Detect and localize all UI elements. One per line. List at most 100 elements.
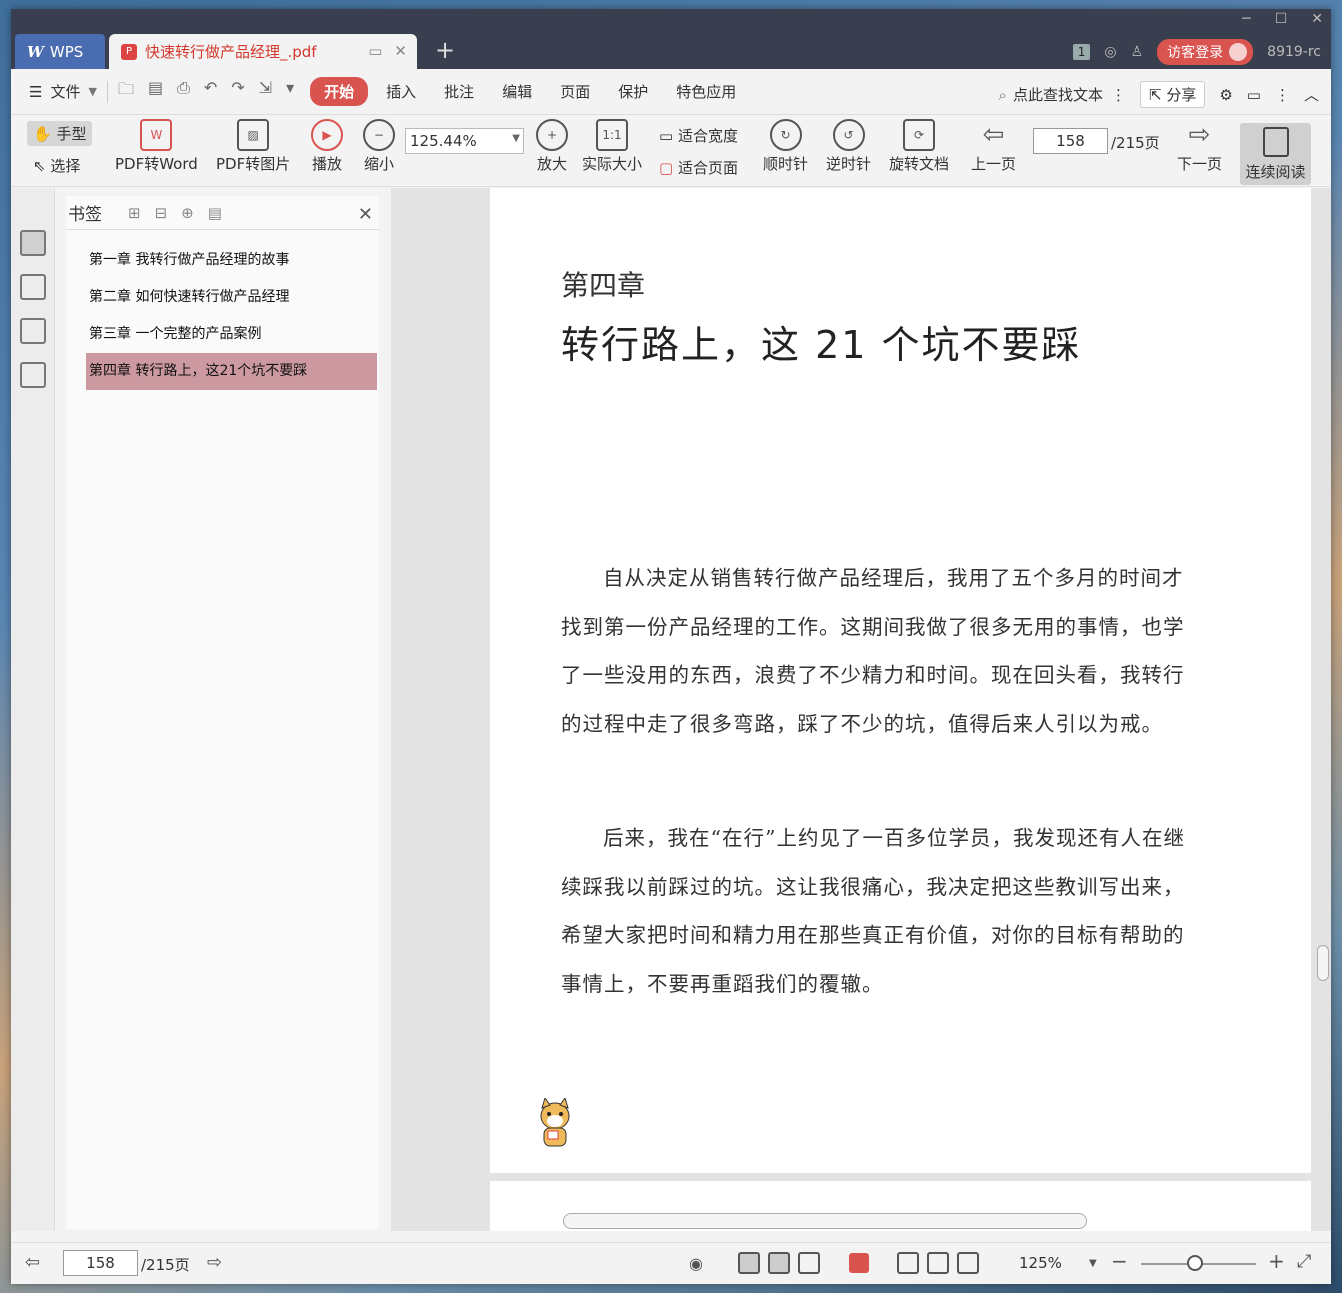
vertical-scroll-thumb[interactable] — [1317, 945, 1329, 981]
fit-width-button[interactable]: ▭ 适合宽度 — [659, 125, 738, 146]
prev-page-button[interactable]: ⇦ 上一页 — [971, 119, 1016, 174]
new-tab-button[interactable]: + — [435, 36, 455, 64]
rotate-doc-icon: ⟳ — [903, 119, 935, 151]
select-tool-button[interactable]: ⇖ 选择 — [33, 155, 80, 176]
zoom-select[interactable]: 125.44% ▼ — [405, 128, 524, 154]
actual-size-icon[interactable] — [897, 1252, 919, 1274]
fit-page-button[interactable]: ▢ 适合页面 — [659, 157, 738, 178]
tab-wps-home[interactable]: W WPS — [15, 34, 105, 69]
annotation-icon[interactable] — [20, 318, 46, 344]
rotate-cw-button[interactable]: ↻ 顺时针 — [763, 119, 808, 174]
rotate-cw-icon: ↻ — [769, 119, 802, 151]
single-page-continuous-icon[interactable] — [738, 1252, 760, 1274]
tab-document[interactable]: P 快速转行做产品经理_.pdf ▭ ✕ — [109, 34, 417, 69]
expand-all-icon[interactable]: ⊞ — [128, 204, 141, 222]
hand-icon: ✋ — [33, 125, 52, 143]
hamburger-icon: ☰ — [29, 82, 43, 101]
actual-size-label: 实际大小 — [582, 155, 643, 173]
fit-width-icon[interactable] — [957, 1252, 979, 1274]
play-icon[interactable] — [849, 1253, 869, 1273]
pdf-to-word-button[interactable]: W PDF转Word — [115, 119, 198, 174]
bookmark-item[interactable]: 第二章 如何快速转行做产品经理 — [86, 279, 377, 316]
chevron-down-icon[interactable]: ▼ — [1089, 1258, 1097, 1269]
page-number-input[interactable]: 158 — [1033, 128, 1108, 154]
bookmark-item[interactable]: 第一章 我转行做产品经理的故事 — [86, 242, 377, 279]
pdf-to-word-label: PDF转Word — [115, 155, 198, 173]
tab-close-icon[interactable]: ✕ — [394, 42, 407, 60]
play-button[interactable]: ▶ 播放 — [311, 119, 343, 174]
zoom-in-icon[interactable]: + — [1268, 1249, 1285, 1273]
collapse-all-icon[interactable]: ⊟ — [155, 204, 168, 222]
zoom-out-icon[interactable]: − — [1111, 1249, 1128, 1273]
vertical-scrollbar[interactable] — [1317, 200, 1329, 1220]
comment-icon[interactable]: ▭ — [1247, 86, 1261, 104]
horizontal-scrollbar[interactable] — [399, 1213, 1319, 1229]
eye-icon[interactable]: ◉ — [689, 1254, 703, 1273]
tab-start[interactable]: 开始 — [310, 77, 369, 106]
fullscreen-icon[interactable]: ⤢ — [1297, 1251, 1311, 1272]
fit-page-icon[interactable] — [927, 1252, 949, 1274]
more-icon[interactable]: ⋮ — [1275, 86, 1290, 104]
kebab-icon[interactable]: ⋮ — [1111, 86, 1126, 104]
zoom-out-button[interactable]: − 缩小 — [363, 119, 395, 174]
window-count-badge[interactable]: 1 — [1072, 44, 1091, 60]
rotate-doc-button[interactable]: ⟳ 旋转文档 — [889, 119, 949, 174]
collapse-ribbon-icon[interactable]: ︿ — [1304, 84, 1319, 105]
tab-annotate[interactable]: 批注 — [430, 77, 488, 106]
next-page-icon[interactable]: ⇨ — [207, 1252, 222, 1273]
maximize-icon[interactable]: ☐ — [1275, 11, 1288, 27]
shirt-icon[interactable]: ♙ — [1131, 44, 1144, 60]
export-icon[interactable]: ⇲ — [259, 78, 272, 105]
next-page-button[interactable]: ⇨ 下一页 — [1177, 119, 1222, 174]
tab-protect[interactable]: 保护 — [604, 77, 662, 106]
arrow-left-icon: ⇦ — [982, 120, 1005, 150]
search-text-button[interactable]: 点此查找文本 — [1013, 84, 1103, 105]
close-icon[interactable]: ✕ — [358, 204, 373, 225]
undo-icon[interactable]: ↶ — [204, 78, 217, 105]
gear-icon[interactable]: ⚙ — [1219, 86, 1232, 104]
two-page-icon[interactable] — [798, 1252, 820, 1274]
zoom-in-button[interactable]: + 放大 — [536, 119, 568, 174]
thumbnail-icon[interactable] — [20, 274, 46, 300]
bookmark-item[interactable]: 第三章 一个完整的产品案例 — [86, 316, 377, 353]
status-page-input[interactable]: 158 — [63, 1250, 138, 1276]
tab-edit[interactable]: 编辑 — [488, 77, 546, 106]
tab-features[interactable]: 特色应用 — [662, 77, 750, 106]
prev-page-icon[interactable]: ⇦ — [25, 1252, 40, 1273]
skin-icon[interactable]: ◎ — [1104, 44, 1116, 60]
bookmark-list-icon[interactable] — [20, 230, 46, 256]
more-quick-icon[interactable]: ▾ — [286, 78, 294, 105]
close-icon[interactable]: ✕ — [1311, 11, 1323, 27]
tab-page[interactable]: 页面 — [546, 77, 604, 106]
add-bookmark-icon[interactable]: ⊕ — [181, 204, 194, 222]
hand-tool-button[interactable]: ✋ 手型 — [27, 121, 93, 146]
tab-insert[interactable]: 插入 — [372, 77, 430, 106]
file-menu[interactable]: ☰ 文件 ▼ — [29, 81, 97, 102]
zoom-slider-knob[interactable] — [1187, 1255, 1203, 1271]
status-zoom[interactable]: 125% — [1019, 1254, 1062, 1272]
login-button[interactable]: 访客登录 — [1157, 39, 1254, 65]
login-label: 访客登录 — [1167, 45, 1224, 61]
print-icon[interactable]: ⎙ — [177, 78, 190, 105]
rotate-ccw-button[interactable]: ↺ 逆时针 — [826, 119, 871, 174]
save-icon[interactable]: ▤ — [148, 78, 163, 105]
horizontal-scroll-thumb[interactable] — [563, 1213, 1087, 1229]
document-view[interactable]: 第四章 转行路上，这 21 个坑不要踩 自从决定从销售转行做产品经理后，我用了五… — [391, 188, 1331, 1231]
share-button[interactable]: ⇱ 分享 — [1139, 81, 1206, 108]
actual-size-button[interactable]: 1:1 实际大小 — [582, 119, 642, 174]
bookmark-header: 书签 ⊞ ⊟ ⊕ ▤ ✕ — [66, 196, 379, 230]
bookmark-item-active[interactable]: 第四章 转行路上，这21个坑不要踩 — [86, 353, 377, 390]
redo-icon[interactable]: ↷ — [231, 78, 244, 105]
continuous-read-button[interactable]: 连续阅读 — [1240, 123, 1311, 185]
pdf-to-image-button[interactable]: ▨ PDF转图片 — [216, 119, 290, 174]
menu-bar: ☰ 文件 ▼ 🗀 ▤ ⎙ ↶ ↷ ⇲ ▾ 开始 插入 批注 编辑 页面 保护 特… — [11, 69, 1331, 115]
monitor-icon[interactable]: ▭ — [368, 42, 382, 60]
search-icon[interactable]: ⌕ — [999, 86, 1007, 104]
quick-access: 🗀 ▤ ⎙ ↶ ↷ ⇲ ▾ — [118, 78, 294, 105]
edit-bookmark-icon[interactable]: ▤ — [208, 204, 222, 222]
minimize-icon[interactable]: ─ — [1242, 11, 1250, 27]
single-page-icon[interactable] — [768, 1252, 790, 1274]
prev-page-label: 上一页 — [971, 155, 1017, 173]
attachment-icon[interactable] — [20, 362, 46, 388]
open-icon[interactable]: 🗀 — [118, 78, 134, 105]
